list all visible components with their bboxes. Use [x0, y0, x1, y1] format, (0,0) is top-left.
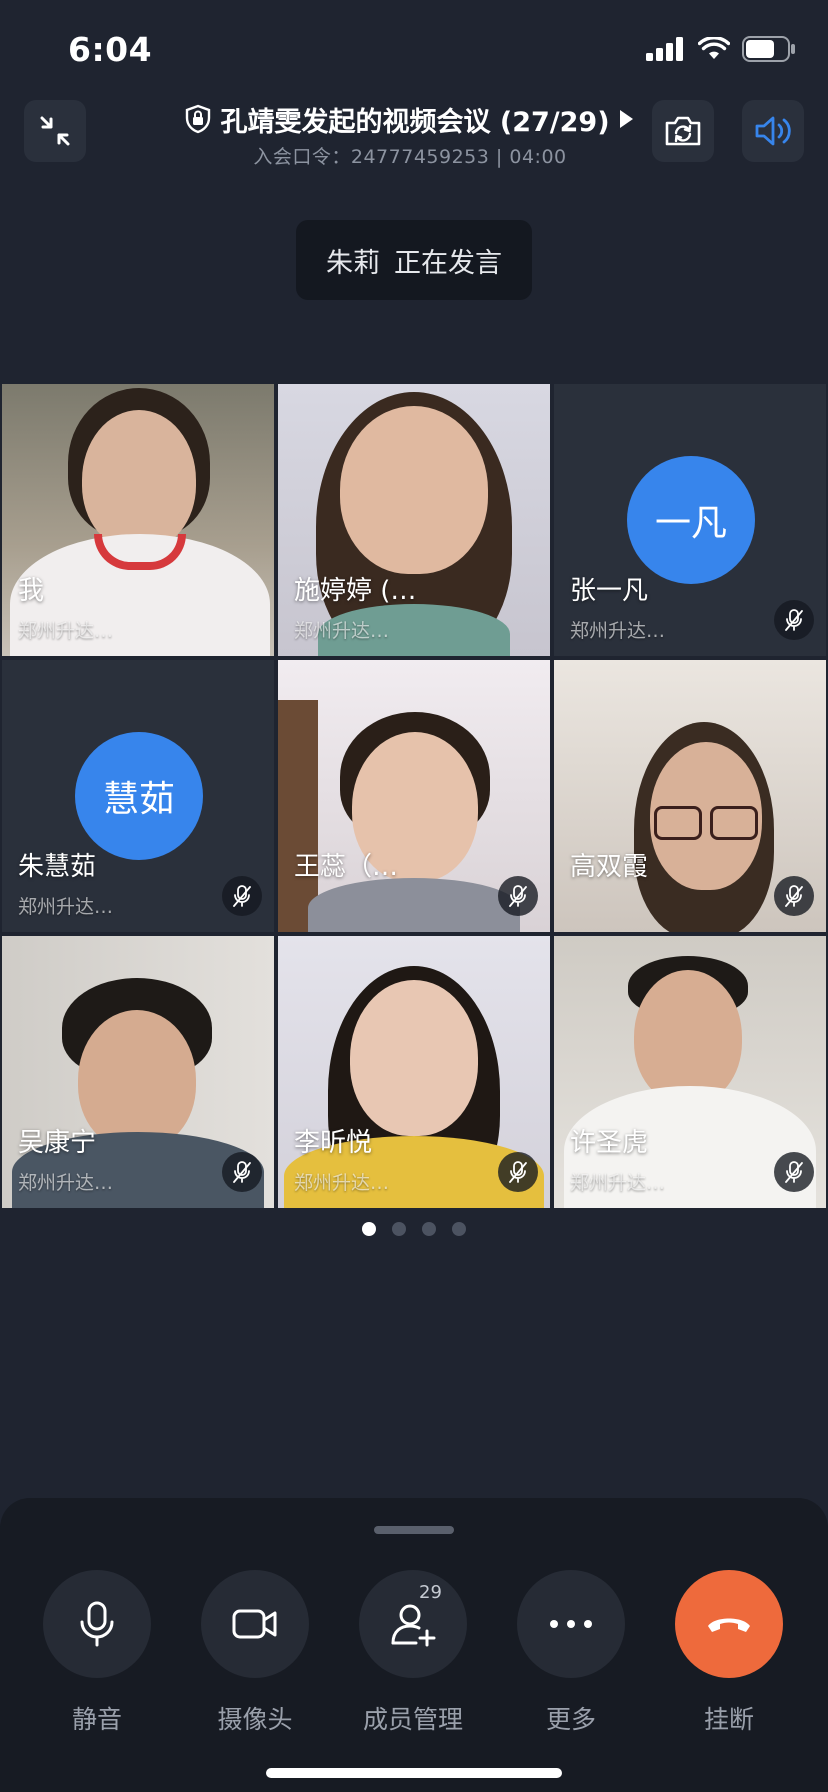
video-feed [308, 878, 520, 932]
meeting-title: 孔靖雯发起的视频会议 (27/29) [220, 106, 610, 138]
hangup-button[interactable] [675, 1570, 783, 1678]
participant-name: 李昕悦 [294, 1128, 373, 1158]
more-button[interactable] [517, 1570, 625, 1678]
speaker-button[interactable] [742, 100, 804, 162]
participant-tile[interactable]: 吴康宁 郑州升达… [2, 936, 274, 1208]
mute-button[interactable] [43, 1570, 151, 1678]
speaking-indicator: 朱莉 正在发言 [296, 220, 532, 300]
avatar: 慧茹 [75, 732, 203, 860]
participant-tile[interactable]: 高双霞 [554, 660, 826, 932]
video-feed [82, 410, 196, 550]
video-feed [710, 806, 758, 840]
meeting-header[interactable]: 孔靖雯发起的视频会议 (27/29) 入会口令：24777459253 | 04… [170, 100, 650, 169]
meeting-code-label: 入会口令： [253, 146, 351, 168]
camera-switch-icon [665, 116, 701, 146]
video-meeting-screen: 6:04 孔靖雯发起的视频会议 (27/29) 入会口令：24777459253… [0, 0, 828, 1792]
mic-muted-icon [498, 876, 538, 916]
signal-icon [646, 37, 683, 61]
shield-lock-icon [186, 104, 211, 134]
participant-name: 施婷婷 (… [294, 576, 417, 606]
status-icons [646, 36, 796, 62]
participant-tile[interactable]: 李昕悦 郑州升达… [278, 936, 550, 1208]
mic-muted-icon [774, 876, 814, 916]
mic-muted-icon [222, 876, 262, 916]
participant-org: 郑州升达… [570, 1172, 666, 1194]
participant-name: 王蕊（… [294, 852, 399, 882]
video-feed [340, 406, 488, 574]
participant-tile[interactable]: 一凡 张一凡 郑州升达… [554, 384, 826, 656]
more-label: 更多 [545, 1705, 596, 1734]
wifi-icon [698, 37, 730, 59]
participant-org: 郑州升达… [18, 896, 114, 918]
participant-name: 朱慧茹 [18, 852, 97, 882]
participant-name: 张一凡 [570, 576, 649, 606]
video-feed [278, 700, 318, 932]
camera-control[interactable]: 摄像头 [200, 1570, 310, 1736]
switch-camera-button[interactable] [652, 100, 714, 162]
avatar: 一凡 [627, 456, 755, 584]
members-button[interactable]: 29 [359, 1570, 467, 1678]
camera-button[interactable] [201, 1570, 309, 1678]
hangup-phone-icon [708, 1618, 750, 1632]
video-feed [654, 806, 702, 840]
mute-label: 静音 [71, 1705, 122, 1734]
page-dot[interactable] [422, 1222, 436, 1236]
video-camera-icon [232, 1609, 277, 1639]
meeting-title-row[interactable]: 孔靖雯发起的视频会议 (27/29) [170, 100, 650, 138]
participant-name: 许圣虎 [570, 1128, 649, 1158]
status-bar: 6:04 [0, 0, 828, 100]
mute-control[interactable]: 静音 [42, 1570, 152, 1736]
video-feed [350, 980, 478, 1136]
play-arrow-icon [619, 110, 633, 128]
members-label: 成员管理 [362, 1705, 463, 1734]
participant-org: 郑州升达… [18, 620, 114, 642]
participant-name: 吴康宁 [18, 1128, 97, 1158]
participant-tile[interactable]: 王蕊（… [278, 660, 550, 932]
participant-org: 郑州升达… [570, 620, 666, 642]
video-feed [634, 970, 742, 1104]
mic-muted-icon [498, 1152, 538, 1192]
participant-org: 郑州升达… [18, 1172, 114, 1194]
members-count-badge: 29 [419, 1582, 442, 1603]
more-dots-icon [550, 1620, 592, 1628]
speaker-icon [755, 116, 791, 146]
panel-drag-handle[interactable] [374, 1526, 454, 1534]
more-control[interactable]: 更多 [516, 1570, 626, 1736]
hangup-control[interactable]: 挂断 [674, 1570, 784, 1736]
camera-label: 摄像头 [217, 1705, 293, 1734]
add-member-icon [391, 1604, 436, 1647]
control-panel: 静音 摄像头 29 成员管理 更多 挂断 [0, 1498, 828, 1792]
participant-name: 高双霞 [570, 852, 649, 882]
page-dot[interactable] [362, 1222, 376, 1236]
speaker-name: 朱莉 [326, 247, 380, 279]
microphone-icon [80, 1601, 114, 1647]
members-control[interactable]: 29 成员管理 [358, 1570, 468, 1736]
status-time: 6:04 [68, 30, 153, 69]
speaking-text: 正在发言 [394, 247, 502, 279]
meeting-duration: 04:00 [509, 146, 567, 168]
page-indicator[interactable] [0, 1222, 828, 1236]
battery-icon [742, 36, 795, 62]
participant-grid: 我 郑州升达… 施婷婷 (… 郑州升达… 一凡 张一凡 郑州升达… 慧茹 朱慧茹… [0, 382, 828, 1208]
participant-org: 郑州升达… [294, 620, 390, 642]
participant-name: 我 [18, 576, 45, 606]
participant-org: 郑州升达… [294, 1172, 390, 1194]
meeting-code: 24777459253 [350, 146, 490, 168]
mic-muted-icon [774, 600, 814, 640]
page-dot[interactable] [452, 1222, 466, 1236]
mic-muted-icon [222, 1152, 262, 1192]
home-indicator[interactable] [266, 1768, 562, 1778]
page-dot[interactable] [392, 1222, 406, 1236]
info-separator: | [495, 146, 503, 168]
meeting-info: 入会口令：24777459253 | 04:00 [170, 142, 650, 169]
minimize-button[interactable] [24, 100, 86, 162]
hangup-label: 挂断 [703, 1705, 754, 1734]
participant-tile[interactable]: 我 郑州升达… [2, 384, 274, 656]
participant-tile[interactable]: 施婷婷 (… 郑州升达… [278, 384, 550, 656]
mic-muted-icon [774, 1152, 814, 1192]
minimize-icon [40, 116, 70, 146]
participant-tile[interactable]: 慧茹 朱慧茹 郑州升达… [2, 660, 274, 932]
participant-tile[interactable]: 许圣虎 郑州升达… [554, 936, 826, 1208]
